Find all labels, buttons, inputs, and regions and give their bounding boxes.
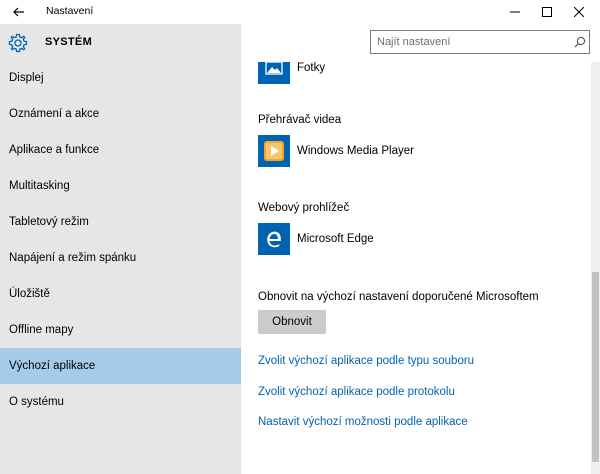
scrollbar-thumb[interactable] (592, 272, 599, 462)
sidebar-item-label: Multitasking (9, 180, 70, 192)
sidebar-item-label: Napájení a režim spánku (9, 252, 137, 264)
sidebar-item-label: Tabletový režim (9, 216, 89, 228)
gear-icon (8, 33, 28, 53)
sidebar-item-offline-maps[interactable]: Offline mapy (0, 312, 241, 348)
sidebar-item-power-sleep[interactable]: Napájení a režim spánku (0, 240, 241, 276)
sidebar-item-label: Offline mapy (9, 324, 74, 336)
sidebar-item-label: Výchozí aplikace (9, 360, 96, 372)
sidebar-item-storage[interactable]: Úložiště (0, 276, 241, 312)
photos-app-button[interactable]: Fotky (258, 62, 325, 84)
maximize-button[interactable] (531, 0, 563, 24)
sidebar-item-tablet-mode[interactable]: Tabletový režim (0, 204, 241, 240)
page-title: SYSTÉM (45, 36, 93, 48)
web-browser-label: Webový prohlížeč (258, 202, 350, 214)
sidebar-item-label: Displej (9, 72, 44, 84)
sidebar-item-apps-features[interactable]: Aplikace a funkce (0, 132, 241, 168)
back-button[interactable] (0, 0, 38, 24)
link-by-app[interactable]: Nastavit výchozí možnosti podle aplikace (258, 416, 468, 428)
edge-tile (258, 223, 290, 255)
video-player-label: Přehrávač videa (258, 114, 342, 126)
sidebar-item-display[interactable]: Displej (0, 60, 241, 96)
sidebar-item-label: Oznámení a akce (9, 108, 100, 120)
browser-app-button[interactable]: Microsoft Edge (258, 223, 374, 255)
section-header: SYSTÉM (0, 24, 241, 62)
browser-app-name: Microsoft Edge (297, 233, 374, 245)
close-button[interactable] (563, 0, 595, 24)
title-bar: Nastavení (0, 0, 600, 24)
maximize-icon (542, 7, 552, 17)
reset-label: Obnovit na výchozí nastavení doporučené … (258, 291, 539, 303)
sidebar-item-default-apps[interactable]: Výchozí aplikace (0, 348, 241, 384)
sidebar-item-about[interactable]: O systému (0, 384, 241, 420)
search-input[interactable] (371, 31, 571, 53)
edge-icon (267, 231, 281, 248)
photos-icon (265, 62, 283, 75)
media-player-tile (258, 135, 290, 167)
video-app-button[interactable]: Windows Media Player (258, 135, 414, 167)
minimize-icon (510, 11, 520, 13)
window-title: Nastavení (46, 5, 94, 17)
link-by-protocol[interactable]: Zvolit výchozí aplikace podle protokolu (258, 386, 455, 398)
main-content: Fotky Přehrávač videa Windows Media Play… (241, 62, 591, 474)
photos-tile (258, 62, 290, 84)
close-icon (574, 7, 584, 17)
sidebar-item-label: Aplikace a funkce (9, 144, 100, 156)
media-player-icon (264, 141, 284, 161)
photos-app-name: Fotky (297, 62, 326, 74)
video-app-name: Windows Media Player (297, 145, 414, 157)
sidebar-item-label: Úložiště (9, 288, 50, 300)
search-box (370, 30, 590, 54)
back-arrow-icon (13, 7, 24, 17)
link-by-file-type[interactable]: Zvolit výchozí aplikace podle typu soubo… (258, 355, 474, 367)
reset-button[interactable]: Obnovit (258, 310, 326, 334)
minimize-button[interactable] (499, 0, 531, 24)
sidebar-item-notifications[interactable]: Oznámení a akce (0, 96, 241, 132)
sidebar-item-label: O systému (9, 396, 64, 408)
search-icon[interactable] (574, 36, 586, 48)
sidebar-item-multitasking[interactable]: Multitasking (0, 168, 241, 204)
